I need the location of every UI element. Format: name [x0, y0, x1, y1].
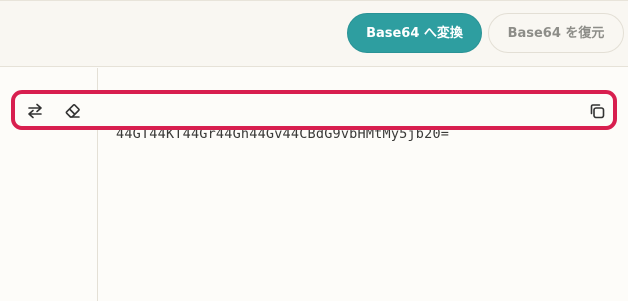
eraser-icon[interactable]: [62, 100, 84, 122]
swap-arrows-icon[interactable]: [24, 100, 46, 122]
editor-toolbar: [11, 90, 617, 130]
encode-to-base64-button[interactable]: Base64 へ変換: [347, 13, 482, 53]
header-bar: Base64 へ変換 Base64 を復元: [0, 0, 628, 67]
decode-from-base64-button[interactable]: Base64 を復元: [488, 13, 624, 53]
copy-icon[interactable]: [586, 100, 608, 122]
